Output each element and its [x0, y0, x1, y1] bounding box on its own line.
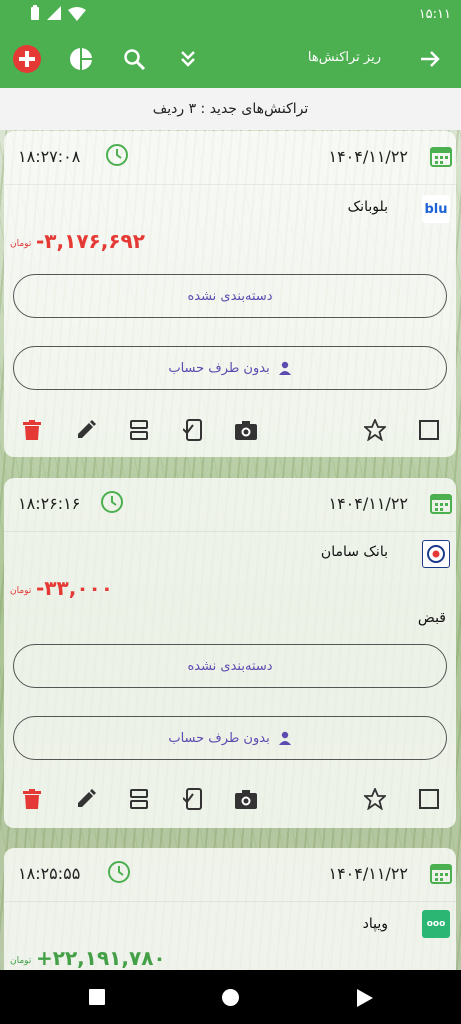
triangle-icon [357, 989, 373, 1007]
transaction-note: قبض [417, 610, 446, 626]
receipt-button[interactable] [180, 417, 206, 443]
favorite-button[interactable] [362, 786, 388, 812]
status-bar: ۱۵:۱۱ [0, 0, 461, 30]
camera-icon [235, 790, 257, 809]
add-icon [13, 45, 41, 73]
star-icon [364, 788, 386, 810]
currency-label: تومان [10, 586, 32, 596]
saman-emblem-icon [427, 545, 445, 563]
battery-icon [30, 5, 40, 25]
card-actions [4, 411, 456, 451]
favorite-button[interactable] [362, 417, 388, 443]
calendar-icon [430, 864, 452, 884]
home-button[interactable] [222, 989, 239, 1010]
category-label: دسته‌بندی نشده [187, 288, 273, 304]
search-icon [124, 49, 145, 70]
transaction-amount: +۲۲,۱۹۱,۷۸۰ [36, 946, 166, 970]
transaction-date: ۱۴۰۴/۱۱/۲۲ [328, 494, 408, 513]
split-button[interactable] [126, 786, 152, 812]
trash-icon [23, 420, 41, 440]
pencil-icon [78, 420, 96, 438]
person-icon [278, 361, 291, 375]
pencil-icon [78, 789, 96, 807]
wifi-icon [68, 6, 86, 25]
calendar-icon [430, 494, 452, 514]
arrow-right-icon [421, 51, 440, 67]
category-button[interactable]: دسته‌بندی نشده [13, 274, 447, 318]
expand-button[interactable] [168, 39, 208, 79]
delete-button[interactable] [19, 786, 45, 812]
checkbox-icon [419, 789, 439, 809]
checkbox-icon [419, 420, 439, 440]
transaction-card[interactable]: ۱۸:۲۶:۱۶ ۱۴۰۴/۱۱/۲۲ بانک سامان -۳۳,۰۰۰ ت… [4, 478, 456, 828]
app-bar: ریز تراکنش‌ها [0, 30, 461, 88]
circle-icon [222, 989, 239, 1006]
transaction-amount: -۳,۱۷۶,۶۹۲ [36, 229, 145, 253]
recents-button[interactable] [89, 989, 105, 1009]
clock-icon [108, 861, 130, 883]
star-icon [364, 419, 386, 441]
blu-bank-logo: blu [422, 195, 450, 223]
delete-button[interactable] [19, 417, 45, 443]
phone-check-icon [183, 788, 202, 810]
trash-icon [23, 789, 41, 809]
edit-button[interactable] [73, 786, 99, 812]
page-title: ریز تراکنش‌ها [307, 50, 381, 65]
chart-button[interactable] [61, 39, 101, 79]
camera-icon [235, 421, 257, 440]
add-button[interactable] [7, 39, 47, 79]
camera-button[interactable] [233, 417, 259, 443]
transaction-card[interactable]: ۱۸:۲۷:۰۸ ۱۴۰۴/۱۱/۲۲ بلوبانک blu -۳,۱۷۶,۶… [4, 131, 456, 457]
bank-name: ویپاد [362, 916, 388, 932]
double-chevron-down-icon [181, 51, 195, 67]
calendar-icon [430, 147, 452, 167]
pie-chart-icon [70, 48, 92, 70]
transaction-card[interactable]: ۱۸:۲۵:۵۵ ۱۴۰۴/۱۱/۲۲ ویپاد ooo +۲۲,۱۹۱,۷۸… [4, 848, 456, 970]
card-actions [4, 780, 456, 820]
edit-button[interactable] [73, 417, 99, 443]
clock-icon [106, 144, 128, 166]
search-button[interactable] [114, 39, 154, 79]
wepod-logo-text: ooo [426, 919, 446, 929]
split-icon [130, 789, 148, 809]
status-time: ۱۵:۱۱ [418, 7, 451, 22]
split-button[interactable] [126, 417, 152, 443]
account-party-button[interactable]: بدون طرف حساب [13, 716, 447, 760]
party-label: بدون طرف حساب [168, 360, 270, 376]
transaction-date: ۱۴۰۴/۱۱/۲۲ [328, 864, 408, 883]
square-icon [89, 989, 105, 1005]
system-nav-bar [0, 970, 461, 1024]
currency-label: تومان [10, 239, 32, 249]
currency-label: تومان [10, 956, 32, 966]
back-nav-button[interactable] [357, 989, 373, 1011]
category-button[interactable]: دسته‌بندی نشده [13, 644, 447, 688]
signal-icon [46, 5, 62, 25]
camera-button[interactable] [233, 786, 259, 812]
phone-check-icon [183, 419, 202, 441]
select-checkbox[interactable] [416, 786, 442, 812]
person-icon [278, 731, 291, 745]
clock-icon [101, 491, 123, 513]
bank-name: بانک سامان [320, 544, 388, 560]
split-icon [130, 420, 148, 440]
transaction-time: ۱۸:۲۶:۱۶ [18, 494, 81, 513]
transaction-time: ۱۸:۲۷:۰۸ [18, 147, 81, 166]
transaction-time: ۱۸:۲۵:۵۵ [18, 864, 81, 883]
bank-name: بلوبانک [347, 199, 388, 215]
party-label: بدون طرف حساب [168, 730, 270, 746]
transaction-count: تراکنش‌های جدید : ۳ ردیف [0, 88, 461, 130]
blu-logo-text: blu [424, 201, 448, 217]
account-party-button[interactable]: بدون طرف حساب [13, 346, 447, 390]
transaction-list[interactable]: تراکنش‌های جدید : ۳ ردیف ۱۸:۲۷:۰۸ ۱۴۰۴/۱… [0, 88, 461, 970]
wepod-logo: ooo [422, 910, 450, 938]
category-label: دسته‌بندی نشده [187, 658, 273, 674]
transaction-date: ۱۴۰۴/۱۱/۲۲ [328, 147, 408, 166]
saman-bank-logo [422, 540, 450, 568]
select-checkbox[interactable] [416, 417, 442, 443]
back-button[interactable] [410, 39, 450, 79]
receipt-button[interactable] [180, 786, 206, 812]
transaction-amount: -۳۳,۰۰۰ [36, 576, 113, 600]
